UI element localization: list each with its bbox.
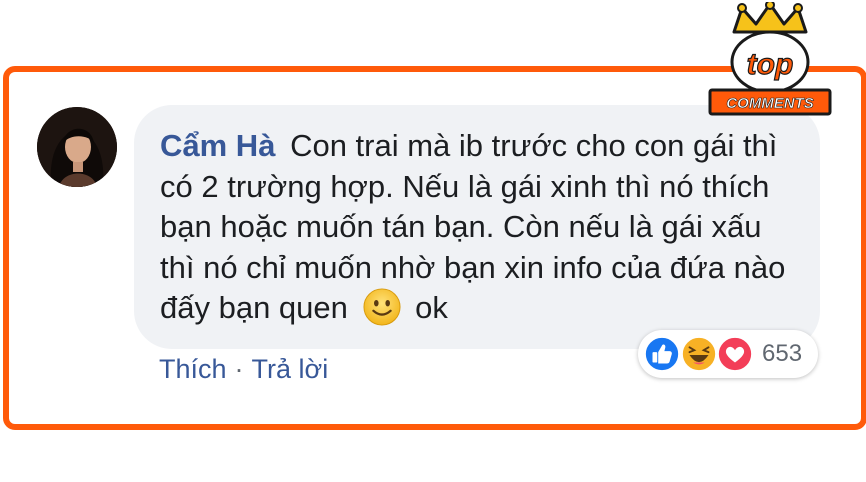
reactions-summary[interactable]: 653 [638, 330, 818, 378]
comment-body: Cẩm Hà Con trai mà ib trước cho con gái … [160, 126, 800, 329]
comment-author[interactable]: Cẩm Hà [160, 128, 275, 163]
comment-actions: Thích · Trả lời [159, 354, 328, 385]
avatar-photo [37, 107, 117, 187]
crown-icon [732, 2, 808, 34]
badge-top-text: top [747, 48, 794, 81]
like-link[interactable]: Thích [159, 354, 227, 384]
action-separator: · [234, 354, 244, 384]
badge-comments-text: COMMENTS [726, 95, 814, 112]
top-comments-badge: top COMMENTS [708, 2, 832, 116]
reaction-count: 653 [762, 340, 803, 367]
love-icon [716, 335, 754, 373]
like-icon [643, 335, 681, 373]
haha-icon [680, 335, 718, 373]
smiley-icon [363, 288, 401, 326]
reply-link[interactable]: Trả lời [252, 354, 329, 384]
avatar[interactable] [37, 107, 117, 187]
comment-trailing-text: ok [415, 290, 448, 325]
